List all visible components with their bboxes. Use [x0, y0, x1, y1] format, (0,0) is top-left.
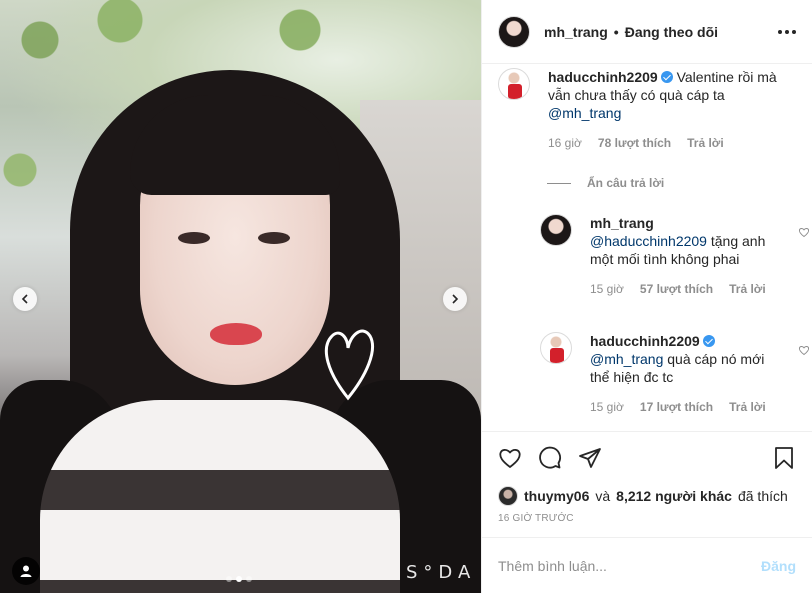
reply-reply-button[interactable]: Trả lời	[729, 400, 766, 414]
comment-item: haducchinh2209 Valentine rồi mà vẫn chưa…	[498, 68, 778, 150]
hide-replies-label: Ẩn câu trả lời	[587, 176, 665, 190]
reply-item: haducchinh2209 @mh_trang quà cáp nó mới …	[540, 332, 810, 414]
comment-body: haducchinh2209 Valentine rồi mà vẫn chưa…	[548, 68, 778, 150]
user-icon	[20, 565, 32, 577]
comment-reply-button[interactable]: Trả lời	[687, 136, 724, 150]
post-side-panel: mh_trang • Đang theo dõi haducchinh2209 …	[481, 0, 812, 593]
reply-meta: 15 giờ 17 lượt thích Trả lời	[590, 400, 780, 414]
reply-likes[interactable]: 57 lượt thích	[640, 282, 713, 296]
reply-text: haducchinh2209 @mh_trang quà cáp nó mới …	[590, 332, 780, 386]
comment-text: haducchinh2209 Valentine rồi mà vẫn chưa…	[548, 68, 778, 122]
comment-likes[interactable]: 78 lượt thích	[598, 136, 671, 150]
reply-mention[interactable]: @haducchinh2209	[590, 233, 707, 249]
add-comment-bar: Đăng	[482, 537, 812, 593]
verified-badge-icon	[660, 71, 673, 83]
post-timestamp[interactable]: 16 GIỜ TRƯỚC	[482, 509, 812, 537]
carousel-dot-active	[236, 576, 242, 582]
comment-mention[interactable]: @mh_trang	[548, 105, 621, 121]
reply-like-heart-icon[interactable]	[798, 226, 810, 238]
photo-eye-right	[258, 232, 290, 244]
share-icon[interactable]	[578, 446, 602, 470]
likes-conj: và	[595, 488, 611, 504]
follow-status-button[interactable]: Đang theo dõi	[625, 24, 718, 40]
reply-meta: 15 giờ 57 lượt thích Trả lời	[590, 282, 780, 296]
heart-doodle-icon	[324, 329, 375, 401]
carousel-prev-button[interactable]	[13, 287, 37, 311]
post-photo[interactable]: S°DA	[0, 0, 481, 593]
photo-bangs	[130, 95, 340, 195]
chevron-right-icon	[452, 294, 459, 304]
carousel-next-button[interactable]	[443, 287, 467, 311]
photo-shirt	[40, 400, 400, 593]
reply-body: haducchinh2209 @mh_trang quà cáp nó mới …	[590, 332, 780, 414]
comments-list[interactable]: haducchinh2209 Valentine rồi mà vẫn chưa…	[482, 64, 812, 431]
carousel-dot	[226, 576, 232, 582]
instagram-post: S°DA mh_trang • Đang theo dõi haducchinh…	[0, 0, 812, 593]
reply-reply-button[interactable]: Trả lời	[729, 282, 766, 296]
header-separator: •	[613, 23, 619, 40]
avatar[interactable]	[498, 68, 530, 100]
divider	[547, 182, 571, 184]
chevron-left-icon	[21, 294, 28, 304]
more-options-icon[interactable]	[778, 29, 796, 34]
avatar[interactable]	[540, 332, 572, 364]
avatar[interactable]	[498, 486, 518, 506]
post-actions	[482, 431, 812, 483]
comment-icon[interactable]	[538, 446, 562, 470]
hide-replies-button[interactable]: Ẩn câu trả lời	[547, 176, 664, 190]
verified-badge-icon	[702, 335, 715, 347]
likes-others-link[interactable]: 8,212 người khác	[616, 488, 732, 504]
carousel-dot	[246, 576, 252, 582]
comment-meta: 16 giờ 78 lượt thích Trả lời	[548, 136, 778, 150]
avatar[interactable]	[498, 15, 530, 48]
comment-input[interactable]	[498, 557, 761, 574]
comment-username[interactable]: haducchinh2209	[548, 69, 658, 85]
tagged-users-button[interactable]	[12, 557, 40, 585]
comment-time[interactable]: 16 giờ	[548, 136, 582, 150]
reply-text: mh_trang @haducchinh2209 tặng anh một mố…	[590, 214, 780, 268]
carousel-indicator	[226, 576, 252, 582]
reply-time[interactable]: 15 giờ	[590, 400, 624, 414]
header-username[interactable]: mh_trang	[544, 24, 608, 40]
likes-suffix: đã thích	[737, 488, 788, 504]
reply-likes[interactable]: 17 lượt thích	[640, 400, 713, 414]
heart-icon[interactable]	[498, 446, 522, 470]
reply-username[interactable]: haducchinh2209	[590, 333, 700, 349]
photo-watermark: S°DA	[406, 562, 477, 583]
bookmark-icon[interactable]	[772, 446, 796, 470]
avatar[interactable]	[540, 214, 572, 246]
likes-summary: thuymy06 và 8,212 người khác đã thích	[482, 483, 812, 509]
liker-username[interactable]: thuymy06	[524, 488, 589, 504]
reply-body: mh_trang @haducchinh2209 tặng anh một mố…	[590, 214, 780, 296]
reply-mention[interactable]: @mh_trang	[590, 351, 663, 367]
photo-lips	[210, 323, 262, 345]
reply-username[interactable]: mh_trang	[590, 215, 654, 231]
reply-like-heart-icon[interactable]	[798, 344, 810, 356]
reply-item: mh_trang @haducchinh2209 tặng anh một mố…	[540, 214, 810, 296]
photo-eye-left	[178, 232, 210, 244]
reply-time[interactable]: 15 giờ	[590, 282, 624, 296]
post-header: mh_trang • Đang theo dõi	[482, 0, 812, 64]
post-comment-button[interactable]: Đăng	[761, 558, 796, 574]
